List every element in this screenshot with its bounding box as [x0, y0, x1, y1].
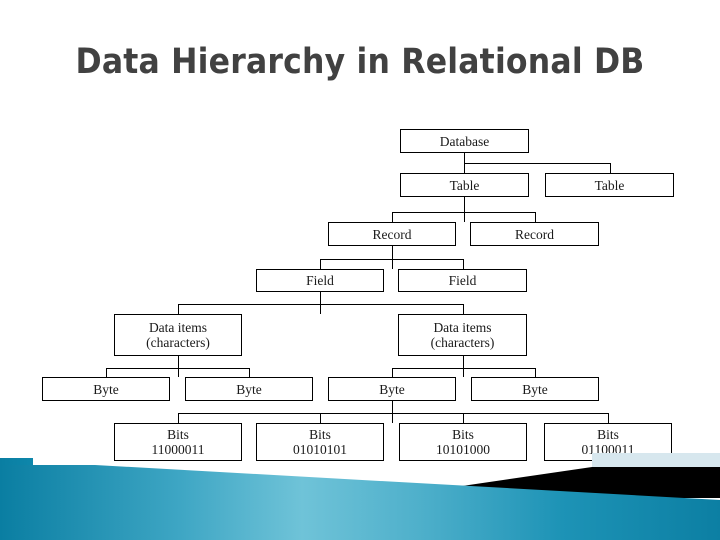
connector-dataitems1-to-bytes — [106, 368, 250, 370]
node-record-2[interactable]: Record — [470, 222, 599, 246]
connector-dataitems2-to-bytes — [392, 368, 536, 370]
node-label: Table — [449, 177, 480, 193]
node-label: Data items — [148, 320, 208, 335]
node-table-1[interactable]: Table — [400, 173, 529, 197]
connector-bits2-up — [320, 413, 322, 423]
node-label: Byte — [236, 381, 262, 397]
connector-bits1-up — [178, 413, 180, 423]
connector-dataitems1-down — [178, 356, 180, 377]
node-label: Byte — [522, 381, 548, 397]
connector-database-to-tables — [464, 163, 611, 165]
node-field-2[interactable]: Field — [398, 269, 527, 292]
connector-byte3-down — [392, 401, 394, 423]
node-data-items-2[interactable]: Data items (characters) — [398, 314, 527, 356]
node-byte-4[interactable]: Byte — [471, 377, 599, 401]
node-byte-2[interactable]: Byte — [185, 377, 313, 401]
connector-table2-up — [609, 163, 611, 173]
node-label: Record — [515, 226, 554, 242]
node-database-1[interactable]: Database — [400, 129, 529, 153]
node-byte-3[interactable]: Byte — [328, 377, 456, 401]
connector-table1-to-records — [392, 212, 536, 214]
node-field-1[interactable]: Field — [256, 269, 384, 292]
data-hierarchy-diagram: Database Table Table Record Record Field… — [0, 0, 720, 470]
node-label: Byte — [379, 381, 405, 397]
connector-dataitems2-up — [462, 304, 464, 314]
node-record-1[interactable]: Record — [328, 222, 456, 246]
connector-field2-up — [462, 259, 464, 269]
node-sublabel: (characters) — [430, 335, 495, 350]
connector-bits3-up — [462, 413, 464, 423]
connector-field1-down — [320, 292, 322, 314]
footer-pale-strip — [592, 453, 720, 467]
node-data-items-1[interactable]: Data items (characters) — [114, 314, 242, 356]
node-label: Record — [372, 226, 412, 242]
connector-field1-up — [320, 259, 322, 269]
connector-record1-to-fields — [320, 259, 464, 261]
connector-table1-down — [464, 197, 466, 222]
connector-dataitems2-down — [462, 356, 464, 377]
node-label: Database — [439, 133, 490, 149]
node-sublabel: (characters) — [146, 335, 210, 350]
node-byte-1[interactable]: Byte — [42, 377, 170, 401]
node-label: Field — [448, 273, 477, 288]
node-label: Table — [594, 177, 625, 193]
connector-bits4-up — [607, 413, 609, 423]
slide-footer-decoration — [0, 440, 720, 540]
connector-fields-to-dataitems — [178, 304, 464, 306]
connector-record1-down — [392, 246, 394, 269]
footer-black-bar — [592, 467, 720, 487]
connector-record2-up — [534, 212, 536, 222]
node-label: Field — [306, 273, 334, 288]
node-table-2[interactable]: Table — [545, 173, 674, 197]
connector-bytes-to-bits — [178, 413, 609, 415]
slide-canvas: Data Hierarchy in Relational DB Database… — [0, 0, 720, 540]
node-label: Byte — [93, 381, 119, 397]
node-label: Data items — [433, 320, 492, 335]
connector-record1-up — [392, 212, 394, 222]
connector-dataitems1-up — [178, 304, 180, 314]
footer-band-graphic — [0, 453, 720, 540]
